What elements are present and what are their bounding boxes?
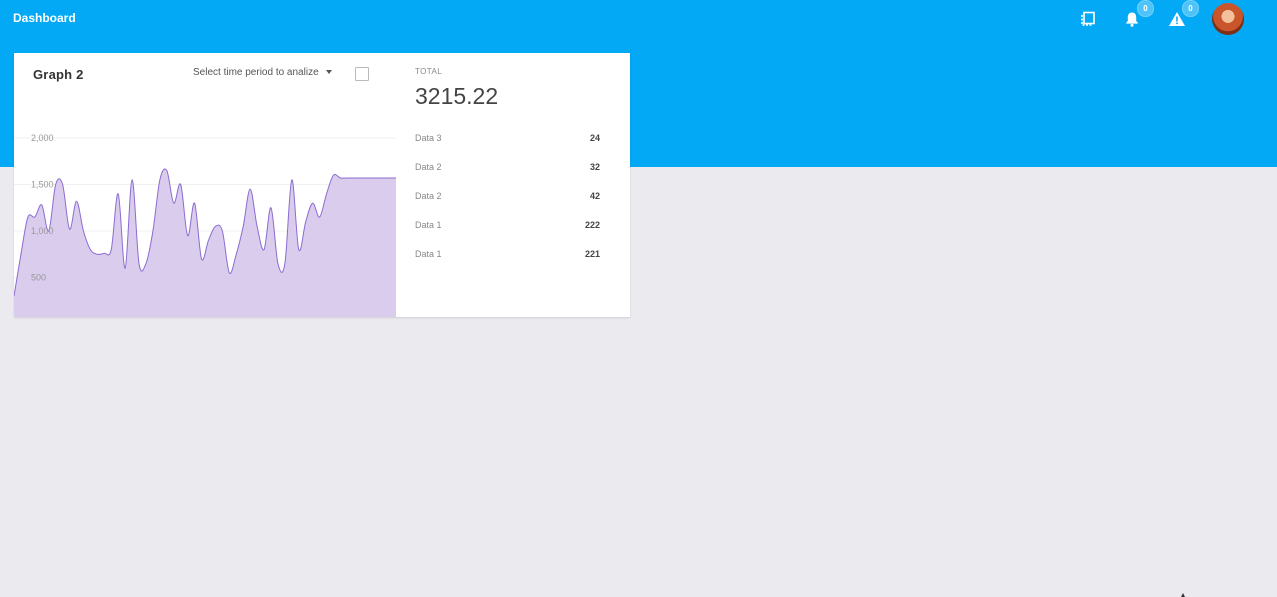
stat-value: 42 bbox=[589, 191, 600, 201]
stat-value: 24 bbox=[589, 133, 600, 143]
app-title: Dashboard bbox=[13, 11, 76, 25]
stat-row: Data 3 24 bbox=[415, 133, 600, 147]
graph-title: Graph 2 bbox=[33, 67, 84, 82]
stat-label: Data 2 bbox=[415, 191, 442, 201]
graph-checkbox[interactable] bbox=[355, 67, 369, 81]
alerts-button[interactable]: 0 bbox=[1166, 0, 1199, 30]
total-label: TOTAL bbox=[415, 67, 443, 76]
stat-row: Data 1 221 bbox=[415, 249, 600, 263]
stat-label: Data 1 bbox=[415, 249, 442, 259]
stat-value: 222 bbox=[584, 220, 600, 230]
stat-row: Data 1 222 bbox=[415, 220, 600, 234]
time-period-select-label: Select time period to analize bbox=[193, 67, 319, 78]
stat-row: Data 2 32 bbox=[415, 162, 600, 176]
time-period-select[interactable]: Select time period to analize bbox=[193, 67, 332, 78]
area-chart: 500 1,000 1,500 2,000 bbox=[14, 133, 396, 317]
stat-label: Data 2 bbox=[415, 162, 442, 172]
stat-label: Data 3 bbox=[415, 133, 442, 143]
stats-pane: TOTAL 3215.22 Data 3 24 Data 2 32 Data 2… bbox=[396, 53, 630, 317]
stat-row: Data 2 42 bbox=[415, 191, 600, 205]
alerts-badge: 0 bbox=[1182, 0, 1199, 17]
mouse-cursor bbox=[1181, 593, 1185, 597]
caret-down-icon bbox=[325, 69, 332, 74]
y-tick-label: 1,000 bbox=[31, 226, 54, 236]
graph-card: 500 1,000 1,500 2,000 Graph 2 Select time p… bbox=[14, 53, 630, 317]
avatar[interactable] bbox=[1212, 3, 1244, 35]
area-fill bbox=[14, 168, 396, 317]
total-value: 3215.22 bbox=[415, 83, 499, 109]
notifications-button[interactable]: 0 bbox=[1121, 0, 1154, 30]
graph-pane: 500 1,000 1,500 2,000 Graph 2 Select time p… bbox=[14, 53, 396, 317]
notifications-badge: 0 bbox=[1137, 0, 1154, 17]
stat-value: 221 bbox=[584, 249, 600, 259]
stat-label: Data 1 bbox=[415, 220, 442, 230]
y-tick-label: 500 bbox=[31, 273, 46, 283]
y-tick-label: 2,000 bbox=[31, 133, 54, 143]
pages-icon[interactable] bbox=[1077, 8, 1099, 30]
stat-value: 32 bbox=[589, 162, 600, 172]
y-tick-label: 1,500 bbox=[31, 180, 54, 190]
